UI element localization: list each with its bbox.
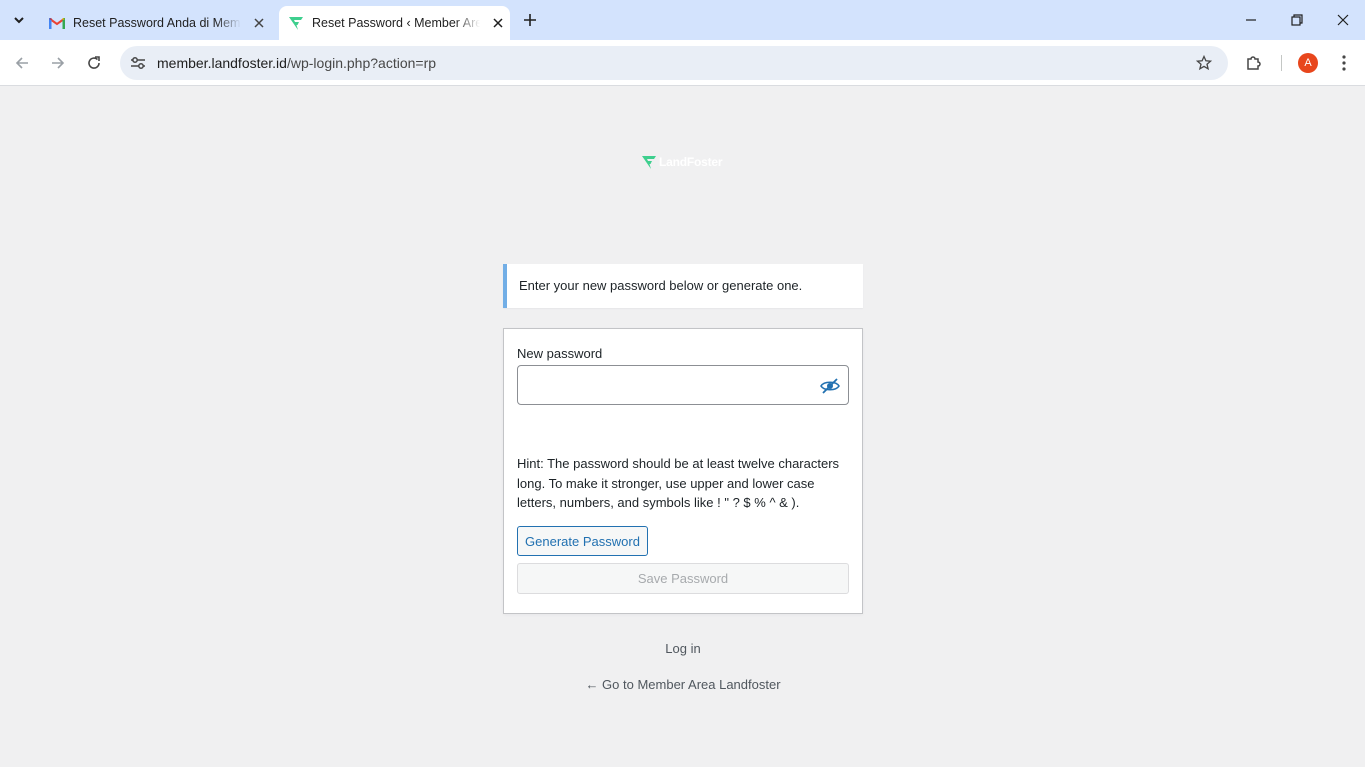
tab-title: Reset Password ‹ Member Area Landfoster — [312, 16, 480, 30]
login-link[interactable]: Log in — [503, 641, 863, 656]
new-tab-button[interactable] — [519, 9, 541, 31]
tab-reset-password[interactable]: Reset Password ‹ Member Area Landfoster — [279, 6, 510, 40]
extensions-button[interactable] — [1240, 49, 1268, 77]
url-host: member.landfoster.id — [157, 55, 287, 71]
minimize-button[interactable] — [1237, 6, 1265, 34]
reload-icon — [88, 56, 100, 69]
close-tab-icon[interactable] — [490, 15, 506, 31]
url-text: member.landfoster.id/wp-login.php?action… — [157, 55, 436, 71]
new-password-input[interactable] — [517, 365, 849, 405]
save-password-button[interactable]: Save Password — [517, 563, 849, 594]
landfoster-logo-icon — [642, 155, 656, 169]
restore-button[interactable] — [1283, 6, 1311, 34]
hide-password-icon[interactable] — [820, 376, 840, 396]
logo-text: LandFoster — [659, 155, 723, 169]
minimize-icon — [1246, 19, 1256, 21]
close-tab-icon[interactable] — [251, 15, 267, 31]
puzzle-icon — [1247, 56, 1261, 70]
profile-avatar[interactable]: A — [1298, 53, 1318, 73]
reset-password-form: New password Hint: The password should b… — [503, 328, 863, 614]
tab-strip: Reset Password Anda di Member Area Landf… — [0, 0, 1365, 40]
toolbar-divider — [1281, 55, 1282, 71]
tab-gmail[interactable]: Reset Password Anda di Member Area Landf… — [40, 6, 276, 40]
plus-icon — [524, 14, 536, 26]
arrow-right-icon — [52, 57, 65, 69]
back-to-site-link[interactable]: ← Go to Member Area Landfoster — [503, 677, 863, 692]
address-bar[interactable]: member.landfoster.id/wp-login.php?action… — [120, 46, 1228, 80]
more-vert-icon — [1342, 55, 1346, 71]
close-icon — [1337, 14, 1349, 26]
arrow-left-icon — [15, 57, 28, 69]
reload-button[interactable] — [80, 49, 108, 77]
site-logo[interactable]: LandFoster — [642, 155, 723, 169]
info-message: Enter your new password below or generat… — [503, 264, 863, 308]
bookmark-star-icon[interactable] — [1194, 53, 1214, 73]
landfoster-icon — [288, 15, 304, 31]
browser-menu-button[interactable] — [1330, 49, 1358, 77]
tab-title: Reset Password Anda di Member Area Landf… — [73, 16, 241, 30]
gmail-icon — [49, 15, 65, 31]
restore-icon — [1291, 14, 1303, 26]
tab-search-button[interactable] — [8, 9, 30, 31]
forward-button[interactable] — [44, 49, 72, 77]
browser-toolbar: member.landfoster.id/wp-login.php?action… — [0, 40, 1365, 86]
password-label: New password — [517, 346, 603, 361]
chevron-down-icon — [14, 17, 24, 24]
close-window-button[interactable] — [1329, 6, 1357, 34]
site-info-icon[interactable] — [128, 53, 148, 73]
back-button[interactable] — [8, 49, 36, 77]
url-path: /wp-login.php?action=rp — [286, 55, 437, 71]
password-hint: Hint: The password should be at least tw… — [517, 456, 840, 510]
generate-password-button[interactable]: Generate Password — [517, 526, 648, 556]
